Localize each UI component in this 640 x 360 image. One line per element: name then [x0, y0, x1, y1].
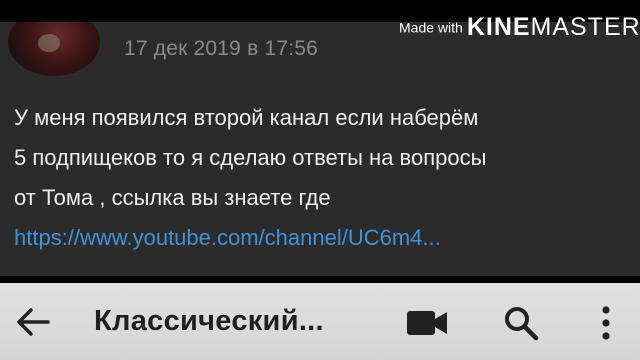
toolbar-title: Классический... — [94, 305, 324, 337]
back-arrow-icon[interactable] — [16, 307, 50, 337]
watermark-prefix: Made with — [399, 19, 463, 36]
post-text-line: 5 подпищеков то я сделаю ответы на вопро… — [14, 145, 487, 170]
more-vert-icon[interactable] — [596, 305, 616, 341]
post-text-line: У меня появился второй канал если наберё… — [14, 105, 479, 130]
kinemaster-watermark: Made with KINEMASTER — [399, 13, 640, 42]
divider — [0, 276, 640, 283]
post-text-line: от Тома , ссылка вы знаете где — [14, 185, 331, 210]
bottom-toolbar: Классический... — [0, 283, 640, 360]
youtube-channel-link[interactable]: https://www.youtube.com/channel/UC6m4... — [14, 218, 441, 258]
author-avatar[interactable] — [8, 22, 100, 76]
post-card: 17 дек 2019 в 17:56 У меня появился втор… — [0, 22, 640, 276]
watermark-brand-bold: KINE — [466, 13, 531, 41]
video-camera-icon[interactable] — [406, 309, 448, 337]
post-timestamp: 17 дек 2019 в 17:56 — [124, 37, 319, 60]
post-text: У меня появился второй канал если наберё… — [14, 98, 634, 218]
search-icon[interactable] — [503, 305, 539, 341]
watermark-brand-light: MASTER — [530, 13, 640, 41]
